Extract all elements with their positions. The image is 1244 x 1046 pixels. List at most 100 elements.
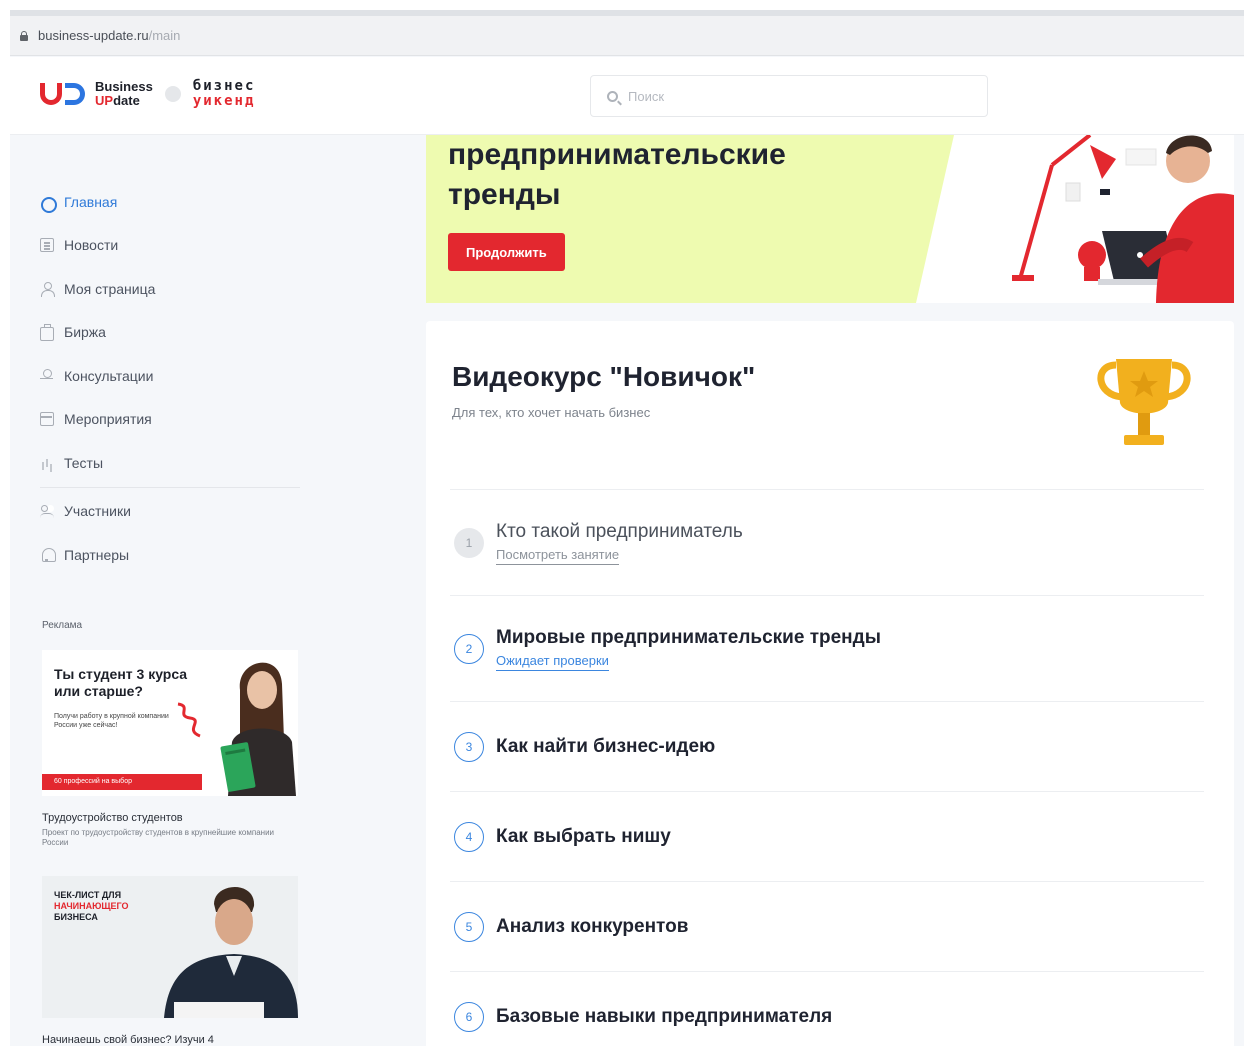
sidebar-item-label: Партнеры [64, 546, 130, 563]
lesson-text: Мировые предпринимательские тренды Ожида… [496, 627, 881, 671]
sidebar-item-members[interactable]: Участники [40, 490, 302, 534]
sidebar-item-label: Биржа [64, 324, 106, 341]
ad2-line-3: БИЗНЕСА [54, 912, 98, 922]
ad-title: Ты студент 3 курса или старше? [54, 666, 187, 700]
sidebar-item-label: Участники [64, 503, 131, 520]
briefcase-icon [40, 324, 54, 342]
sidebar-item-label: Мероприятия [64, 411, 152, 428]
lesson-text: Как найти бизнес-идею [496, 736, 715, 758]
lesson-number-badge: 4 [454, 821, 484, 852]
continue-button[interactable]: Продолжить [448, 233, 565, 271]
logo-separator-icon [164, 86, 181, 102]
lesson-title: Базовые навыки предпринимателя [496, 1005, 833, 1027]
partner-logo-line-2: уикенд [192, 93, 256, 109]
search-box[interactable] [590, 75, 988, 117]
ad-caption-title: Трудоустройство студентов [42, 812, 183, 824]
sidebar-item-label: Консультации [64, 367, 154, 384]
lesson-item-3[interactable]: 3 Как найти бизнес-идею [450, 701, 1204, 791]
hero-title-line-1: предпринимательские [448, 138, 786, 171]
sidebar-item-consultations[interactable]: Консультации [40, 354, 302, 398]
sidebar-item-home[interactable]: Главная [40, 180, 302, 224]
partner-logo-line-1: бизнес [192, 78, 256, 94]
url-path: /main [148, 28, 181, 43]
sidebar-divider [40, 486, 300, 488]
ad-subtitle: Получи работу в крупной компании России … [54, 713, 169, 729]
sidebar-item-label: Новости [64, 237, 119, 254]
consultant-icon [40, 368, 54, 383]
lesson-title: Анализ конкурентов [496, 915, 689, 937]
sidebar-item-partners[interactable]: Партнеры [40, 533, 302, 577]
sidebar-item-my-page[interactable]: Моя страница [40, 267, 302, 311]
lesson-number-badge: 6 [454, 1001, 484, 1032]
browser-window: business-update.ru/main Business UPdate … [10, 10, 1244, 1046]
lesson-number-badge: 3 [454, 731, 484, 762]
logo-text: Business UPdate [95, 80, 153, 108]
news-icon [40, 238, 54, 253]
course-card: Видеокурс "Новичок" Для тех, кто хочет н… [426, 321, 1234, 1046]
ad-banner-students[interactable]: Ты студент 3 курса или старше? Получи ра… [42, 650, 298, 796]
sidebar-nav: Главная Новости Моя страница Биржа Консу… [40, 180, 302, 577]
logo-line-2-rest: date [113, 93, 140, 108]
logo-line-1: Business [95, 79, 153, 94]
hero-banner: предпринимательские тренды Продолжить [426, 135, 1234, 303]
ad-red-bar: 60 профессий на выбор [42, 774, 202, 790]
lesson-item-4[interactable]: 4 Как выбрать нишу [450, 791, 1204, 881]
ad-title-line-1: Ты студент 3 курса [54, 666, 188, 682]
members-icon [40, 504, 54, 518]
business-weekend-logo: бизнес уикенд [193, 79, 256, 109]
hero-title: предпринимательские тренды [448, 135, 786, 215]
lesson-number-badge: 5 [454, 911, 484, 942]
lesson-item-2[interactable]: 2 Мировые предпринимательские тренды Ожи… [450, 595, 1204, 701]
chart-icon [40, 456, 54, 470]
lesson-title: Как выбрать нишу [496, 825, 671, 847]
site-header: Business UPdate бизнес уикенд [10, 57, 1244, 135]
home-icon [40, 195, 57, 213]
ad2-line-2: НАЧИНАЮЩЕГО [54, 901, 129, 911]
view-lesson-link[interactable]: Посмотреть занятие [496, 547, 620, 565]
ad2-caption[interactable]: Начинаешь свой бизнес? Изучи 4 [42, 1034, 214, 1046]
logo-line-2: UPdate [95, 94, 153, 108]
lesson-text: Базовые навыки предпринимателя [496, 1006, 832, 1028]
lesson-text: Кто такой предприниматель Посмотреть зан… [496, 521, 743, 565]
lesson-title: Кто такой предприниматель [496, 520, 743, 542]
businessman-photo [164, 887, 298, 1018]
logo-p-mark [65, 83, 85, 105]
course-subtitle: Для тех, кто хочет начать бизнес [452, 405, 651, 420]
calendar-icon [40, 412, 54, 427]
sidebar-item-tests[interactable]: Тесты [40, 441, 302, 485]
sidebar-item-exchange[interactable]: Биржа [40, 311, 302, 355]
trophy-icon [1097, 359, 1191, 445]
lesson-number-badge: 1 [454, 527, 484, 558]
search-icon [607, 90, 618, 102]
sidebar-item-events[interactable]: Мероприятия [40, 398, 302, 442]
student-photo [210, 650, 298, 796]
course-title: Видеокурс "Новичок" [452, 361, 756, 392]
lesson-title: Мировые предпринимательские тренды [496, 626, 881, 648]
ad2-line-1: ЧЕК-ЛИСТ ДЛЯ [54, 890, 122, 900]
lesson-item-6[interactable]: 6 Базовые навыки предпринимателя [450, 971, 1204, 1046]
pending-review-link[interactable]: Ожидает проверки [496, 653, 609, 671]
lesson-text: Как выбрать нишу [496, 826, 671, 848]
lesson-item-5[interactable]: 5 Анализ конкурентов [450, 881, 1204, 971]
sidebar-item-label: Тесты [64, 454, 104, 471]
lock-icon [20, 30, 28, 41]
partner-icon [42, 547, 56, 562]
user-icon [40, 281, 55, 297]
logo-u-mark [40, 83, 62, 105]
lesson-number-badge: 2 [454, 633, 484, 664]
lesson-item-1[interactable]: 1 Кто такой предприниматель Посмотреть з… [450, 489, 1204, 595]
ad2-title: ЧЕК-ЛИСТ ДЛЯ НАЧИНАЮЩЕГО БИЗНЕСА [54, 890, 129, 923]
business-update-logo[interactable]: Business UPdate бизнес уикенд [40, 79, 255, 109]
sidebar-item-news[interactable]: Новости [40, 224, 302, 268]
ad-caption-desc: Проект по трудоустройству студентов в кр… [42, 828, 275, 847]
lesson-title: Как найти бизнес-идею [496, 735, 716, 757]
address-bar[interactable]: business-update.ru/main [10, 16, 1244, 56]
ad-banner-checklist[interactable]: ЧЕК-ЛИСТ ДЛЯ НАЧИНАЮЩЕГО БИЗНЕСА [42, 876, 298, 1018]
sidebar-item-label: Моя страница [64, 280, 156, 297]
hero-title-line-2: тренды [448, 178, 561, 211]
ads-label: Реклама [42, 620, 83, 631]
ad-caption-students[interactable]: Трудоустройство студентов Проект по труд… [42, 812, 292, 848]
url-host: business-update.ru [38, 28, 149, 43]
logo-line-2-up: UP [95, 93, 114, 108]
search-input[interactable] [628, 88, 948, 104]
